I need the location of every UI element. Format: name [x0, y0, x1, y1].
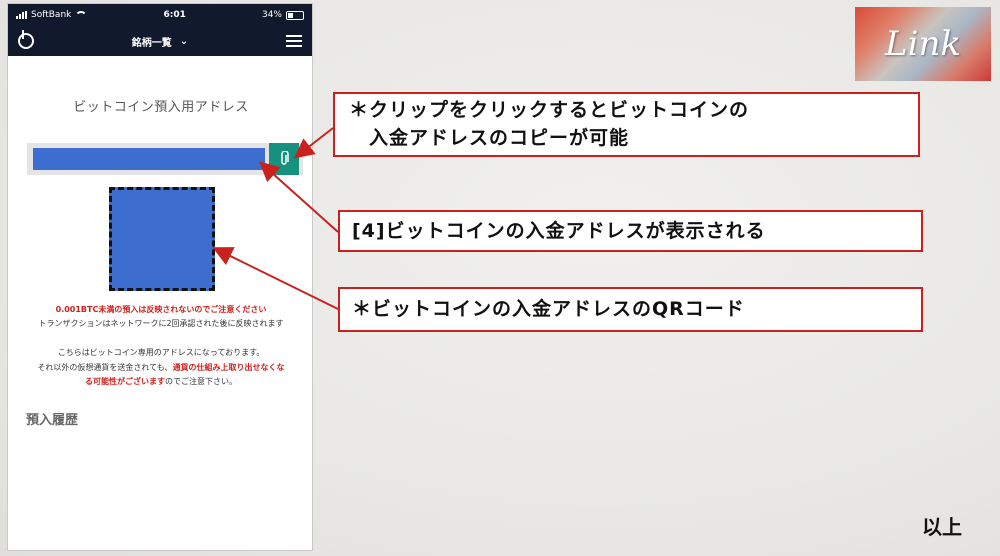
paperclip-icon	[281, 151, 289, 165]
signal-icon	[16, 11, 27, 19]
callout-copy-line-2: 入金アドレスのコピーが可能	[349, 127, 630, 149]
confirmation-note: トランザクションはネットワークに2回承認された後に反映されます	[38, 319, 284, 328]
wifi-icon	[75, 11, 88, 19]
dedicated-address-note-1: こちらはビットコイン専用のアドレスになっております。	[57, 348, 265, 357]
callout-qr-code: ＊ビットコインの入金アドレスのQRコード	[338, 287, 923, 332]
dedicated-address-note-3: る可能性がございますのでご注意下さい。	[85, 377, 237, 386]
nav-bar: 銘柄一覧 ⌄	[8, 26, 312, 56]
battery-icon	[286, 10, 304, 20]
callout-address-shown: [4]ビットコインの入金アドレスが表示される	[338, 210, 923, 252]
carrier-label: SoftBank	[31, 10, 72, 20]
deposit-address-row	[27, 143, 303, 175]
dedicated-address-note-2: それ以外の仮想通貨を送金されても、通貨の仕組み上取り出せなくな	[37, 363, 285, 372]
deposit-history-title: 預入履歴	[26, 413, 79, 428]
link-logo: Link	[855, 7, 991, 81]
chevron-down-icon: ⌄	[179, 35, 189, 47]
qr-code	[109, 187, 215, 291]
copy-address-button[interactable]	[269, 143, 299, 175]
min-deposit-warning: 0.001BTC未満の預入は反映されないのでご注意ください	[55, 305, 267, 314]
hamburger-icon[interactable]	[285, 35, 302, 47]
callout-copy-clip: ＊クリップをクリックするとビットコインの 入金アドレスのコピーが可能	[333, 92, 920, 157]
status-time: 6:01	[163, 10, 186, 20]
b-logo-icon[interactable]	[18, 30, 34, 49]
page-title: ビットコイン預入用アドレス	[73, 100, 249, 115]
nav-title: 銘柄一覧	[131, 37, 172, 49]
deposit-address-field[interactable]	[33, 148, 265, 170]
battery-percent: 34%	[261, 10, 282, 20]
callout-copy-line-1: ＊クリップをクリックするとビットコインの	[349, 99, 750, 121]
symbol-list-dropdown[interactable]: 銘柄一覧 ⌄	[132, 34, 188, 49]
status-bar: SoftBank 6:01 34%	[8, 4, 312, 26]
link-logo-text: Link	[885, 24, 961, 64]
phone-screenshot: SoftBank 6:01 34% 銘柄一覧 ⌄ ビットコイン預入用アドレス 0…	[7, 3, 313, 551]
end-label: 以上	[922, 515, 962, 539]
